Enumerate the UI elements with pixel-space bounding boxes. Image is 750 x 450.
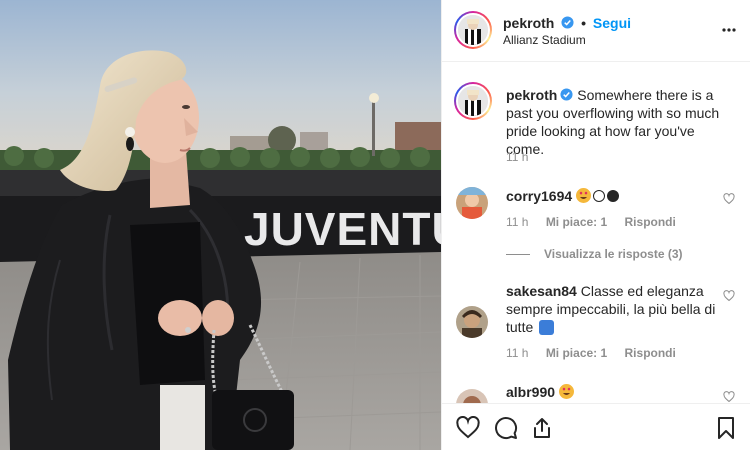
- heart-eyes-emoji: [576, 188, 592, 203]
- heart-eyes-emoji: [558, 384, 574, 399]
- comment-username[interactable]: albr990: [506, 384, 555, 400]
- comment-likes[interactable]: Mi piace: 1: [546, 346, 607, 360]
- author-avatar[interactable]: [454, 11, 492, 49]
- comment-avatar-image: [456, 389, 488, 403]
- comment-body: corry1694: [506, 187, 716, 205]
- white-circle-emoji: [593, 190, 606, 202]
- comment-time[interactable]: 11 h: [506, 215, 528, 229]
- view-replies-label: Visualizza le risposte (3): [544, 247, 683, 261]
- comment-time[interactable]: 11 h: [506, 346, 528, 360]
- comment-meta: 11 h Mi piace: 1 Rispondi: [506, 346, 690, 360]
- comment-icon[interactable]: [494, 416, 518, 440]
- black-circle-emoji: [607, 190, 620, 202]
- caption-body: pekroth Somewhere there is a past you ov…: [506, 86, 721, 158]
- comment-meta: 11 h Mi piace: 1 Rispondi: [506, 215, 690, 229]
- comment-body: albr990: [506, 383, 716, 401]
- comment-avatar-image: [456, 306, 488, 338]
- comment-avatar[interactable]: [456, 389, 488, 403]
- bookmark-icon[interactable]: [714, 416, 738, 440]
- heart-icon[interactable]: [723, 193, 735, 205]
- comment-item: corry1694 11 h Mi piace: 1 Rispondi: [456, 187, 741, 247]
- caption-username[interactable]: pekroth: [506, 87, 557, 103]
- header-separator: •: [581, 15, 587, 31]
- verified-badge-icon: [561, 16, 574, 29]
- comment-avatar-image: [456, 187, 488, 219]
- comment-avatar[interactable]: [456, 187, 488, 219]
- header-line: pekroth • Segui: [503, 15, 631, 31]
- caption-meta: 11 h: [506, 150, 542, 164]
- more-options-icon[interactable]: [721, 22, 737, 38]
- juventus-sign: JUVENTUS: [244, 203, 441, 255]
- comment-username[interactable]: corry1694: [506, 188, 572, 204]
- post-actions-bar: [442, 403, 750, 450]
- heart-icon[interactable]: [723, 391, 735, 403]
- view-replies-button[interactable]: Visualizza le risposte (3): [506, 247, 683, 261]
- comment-item: albr990: [456, 383, 741, 403]
- caption-avatar-image: [458, 86, 488, 116]
- photo-illustration: JUVENTUS: [0, 0, 441, 450]
- caption-time[interactable]: 11 h: [506, 150, 528, 164]
- blue-square-emoji: [539, 320, 555, 335]
- comment-avatar[interactable]: [456, 306, 488, 338]
- caption-avatar[interactable]: [454, 82, 492, 120]
- post-header: pekroth • Segui Allianz Stadium: [442, 0, 750, 62]
- reply-button[interactable]: Rispondi: [625, 346, 676, 360]
- caption: pekroth Somewhere there is a past you ov…: [454, 82, 741, 166]
- heart-icon[interactable]: [723, 290, 735, 302]
- follow-button[interactable]: Segui: [593, 15, 631, 31]
- post-location[interactable]: Allianz Stadium: [503, 33, 586, 47]
- post-side-panel: pekroth • Segui Allianz Stadium pekroth …: [441, 0, 750, 450]
- verified-badge-icon: [560, 88, 573, 101]
- heart-icon[interactable]: [456, 416, 480, 440]
- post-photo[interactable]: JUVENTUS: [0, 0, 441, 450]
- comment-body: sakesan84 Classe ed eleganza sempre impe…: [506, 282, 716, 336]
- author-avatar-image: [458, 15, 488, 45]
- comment-item: sakesan84 Classe ed eleganza sempre impe…: [456, 282, 741, 372]
- author-username[interactable]: pekroth: [503, 15, 554, 31]
- view-replies-line: [506, 254, 530, 256]
- comments-list[interactable]: pekroth Somewhere there is a past you ov…: [442, 63, 750, 403]
- share-icon[interactable]: [530, 416, 554, 440]
- comment-username[interactable]: sakesan84: [506, 283, 577, 299]
- reply-button[interactable]: Rispondi: [625, 215, 676, 229]
- comment-likes[interactable]: Mi piace: 1: [546, 215, 607, 229]
